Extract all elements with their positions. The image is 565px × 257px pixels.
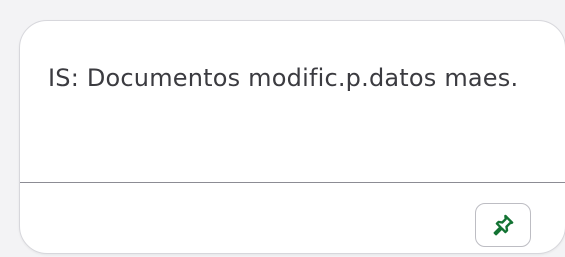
card-divider (20, 182, 565, 183)
tile-title: IS: Documentos modific.p.datos maes. (48, 64, 519, 92)
pin-button[interactable] (475, 203, 531, 247)
pin-icon (490, 212, 516, 238)
screen-canvas: IS: Documentos modific.p.datos maes. (0, 0, 565, 257)
